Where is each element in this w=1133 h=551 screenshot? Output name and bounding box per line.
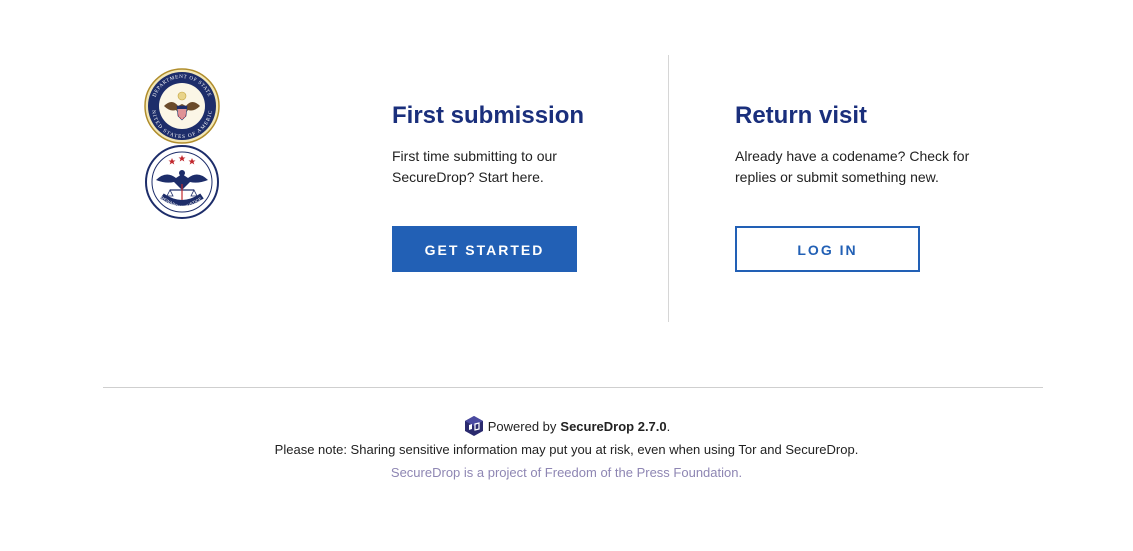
first-submission-section: First submission First time submitting t…: [392, 100, 622, 272]
first-submission-title: First submission: [392, 102, 585, 129]
return-visit-description: Already have a codename? Check for repli…: [735, 148, 970, 185]
get-started-button[interactable]: GET STARTED: [392, 226, 577, 272]
org-logos: DEPARTMENT OF STATE UNITED STATES OF AME…: [144, 68, 220, 220]
risk-note: Please note: Sharing sensitive informati…: [274, 442, 859, 457]
source-interface-index: DEPARTMENT OF STATE UNITED STATES OF AME…: [0, 0, 1133, 551]
powered-by-line: Powered by SecureDrop 2.7.0 .: [0, 414, 1133, 438]
rewards-for-justice-seal-icon: REWARDS FOR JUSTICE: [145, 145, 219, 219]
fpf-project-link[interactable]: SecureDrop is a project of Freedom of th…: [0, 464, 1133, 482]
log-in-button[interactable]: LOG IN: [735, 226, 920, 272]
department-of-state-seal-icon: DEPARTMENT OF STATE UNITED STATES OF AME…: [144, 68, 220, 144]
securedrop-logo-icon: [464, 416, 483, 436]
footer-divider: [103, 387, 1043, 388]
return-visit-section: Return visit Already have a codename? Ch…: [735, 100, 975, 272]
footer: Powered by SecureDrop 2.7.0 . Please not…: [0, 414, 1133, 482]
powered-by-period: .: [666, 418, 671, 434]
securedrop-version: SecureDrop 2.7.0: [560, 418, 667, 434]
first-submission-description: First time submitting to our SecureDrop?…: [392, 148, 557, 185]
return-visit-title: Return visit: [735, 102, 868, 129]
powered-by-label: Powered by: [487, 418, 557, 434]
column-divider: [668, 55, 669, 322]
